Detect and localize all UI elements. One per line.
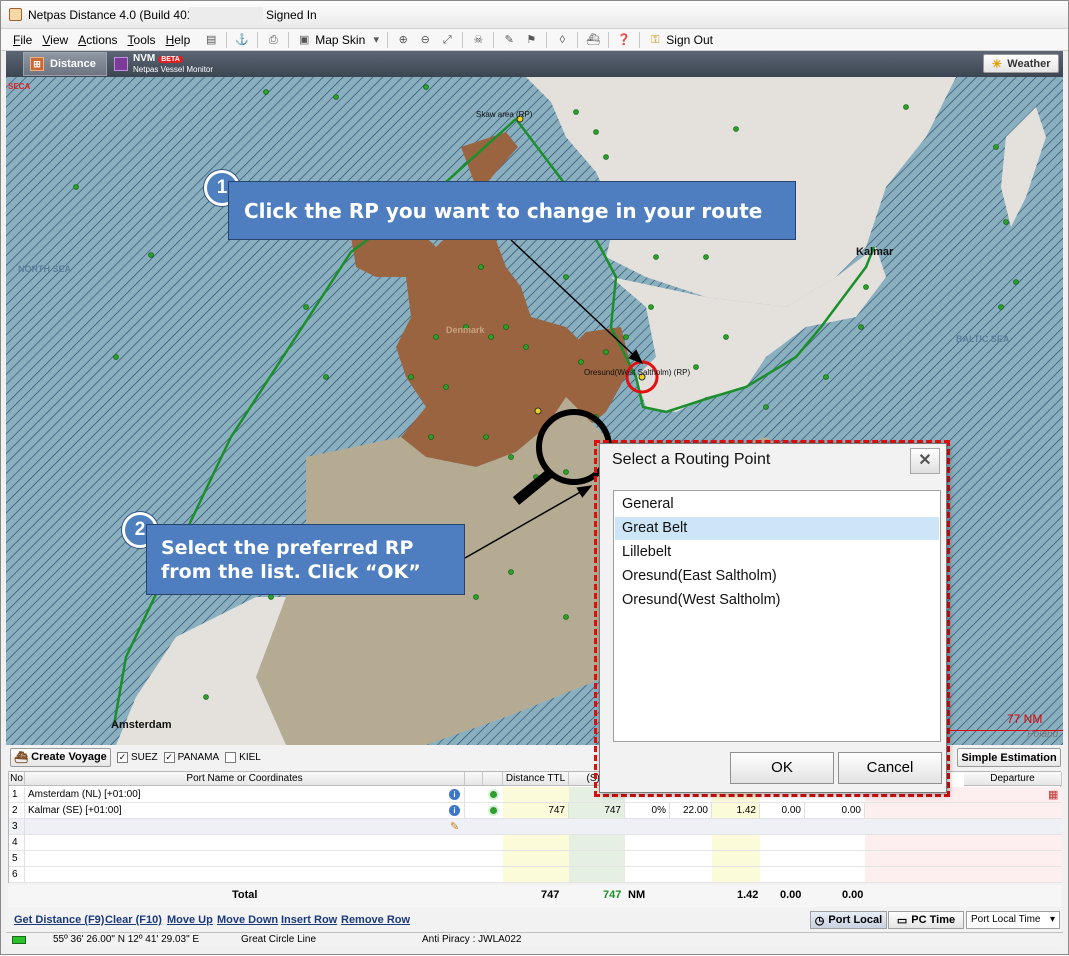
value-cell[interactable]: 0.00 (760, 803, 805, 819)
list-item[interactable]: Oresund(West Saltholm) (615, 589, 939, 612)
step-2-text-line1: Select the preferred RP (161, 537, 414, 559)
select-routing-point-dialog: Select a Routing Point ✕ General Great B… (599, 443, 947, 793)
chevron-down-icon: ▾ (1049, 914, 1055, 925)
port-cell[interactable]: Amsterdam (NL) [+01:00] (25, 787, 465, 803)
row-number: 5 (9, 851, 25, 867)
value-cell[interactable]: 0.00 (805, 803, 865, 819)
total-days: 1.42 (737, 889, 759, 901)
total-seca: 747 (603, 889, 622, 901)
clock-icon: ◷ (814, 914, 825, 927)
table-row[interactable]: 2 Kalmar (SE) [+01:00] i 747 747 0% 22.0… (9, 803, 1062, 819)
anti-piracy-status: Anti Piracy : JWLA022 (422, 934, 522, 945)
table-row[interactable]: 4 (9, 835, 1062, 851)
header-no: No (9, 772, 25, 786)
distance-cell[interactable]: 747 (503, 803, 569, 819)
unchecked-box-icon (225, 751, 237, 763)
routing-point-list[interactable]: General Great Belt Lillebelt Oresund(Eas… (613, 490, 941, 742)
table-row[interactable]: 6 (9, 867, 1062, 883)
ok-button[interactable]: OK (730, 752, 834, 784)
panama-label: PANAMA (177, 751, 220, 763)
check-icon: ✓ (163, 751, 175, 763)
move-up-link[interactable]: Move Up (167, 914, 213, 926)
status-bar: 55º 36' 26.00" N 12º 41' 29.03" E Great … (6, 932, 1063, 947)
dialog-title: Select a Routing Point (612, 451, 771, 468)
route-type-status: Great Circle Line (241, 934, 317, 945)
list-item[interactable]: General (615, 493, 939, 516)
row-number: 6 (9, 867, 25, 883)
port-local-button[interactable]: ◷ Port Local (810, 911, 887, 929)
pc-time-label: PC Time (911, 914, 956, 926)
suez-label: SUEZ (131, 751, 158, 763)
percent-cell[interactable]: 0% (625, 803, 670, 819)
row-number: 2 (9, 803, 25, 819)
kiel-label: KIEL (239, 751, 261, 763)
row-number: 1 (9, 787, 25, 803)
clear-link[interactable]: Clear (F10) (105, 914, 162, 926)
close-icon: ✕ (918, 452, 932, 469)
total-unit: NM (628, 889, 646, 901)
calendar-icon[interactable]: ▦ (1048, 788, 1058, 801)
port-status-icon[interactable] (488, 789, 499, 800)
header-port: Port Name or Coordinates (25, 772, 465, 786)
speed-cell[interactable]: 22.00 (670, 803, 712, 819)
port-cell[interactable]: Kalmar (SE) [+01:00] (25, 803, 465, 819)
suez-checkbox[interactable]: ✓ SUEZ (117, 751, 158, 763)
kiel-checkbox[interactable]: KIEL (225, 751, 261, 763)
row-number: 3 (9, 819, 25, 835)
row-number: 4 (9, 835, 25, 851)
table-row[interactable]: 3 ✎ (9, 819, 1062, 835)
header-departure: Departure (964, 772, 1062, 786)
days-cell[interactable]: 1.42 (712, 803, 760, 819)
cancel-button[interactable]: Cancel (838, 752, 942, 784)
close-button[interactable]: ✕ (910, 448, 940, 474)
pc-time-button[interactable]: ▭ PC Time (888, 911, 964, 929)
get-distance-link[interactable]: Get Distance (F9) (14, 914, 104, 926)
action-row: Get Distance (F9) Clear (F10) Move Up Mo… (6, 909, 1063, 931)
list-item[interactable]: Oresund(East Saltholm) (615, 565, 939, 588)
pencil-icon[interactable]: ✎ (450, 820, 459, 833)
remove-row-link[interactable]: Remove Row (341, 914, 410, 926)
arrow-to-rp (510, 239, 644, 365)
step-1-callout: Click the RP you want to change in your … (228, 181, 796, 240)
total-label: Total (232, 889, 258, 901)
time-zone-value: Port Local Time (971, 914, 1041, 925)
ship-icon: ⛴ (14, 751, 29, 764)
create-voyage-label: Create Voyage (31, 751, 107, 763)
time-zone-select[interactable]: Port Local Time ▾ (966, 911, 1060, 929)
list-item[interactable]: Lillebelt (615, 541, 939, 564)
total-distance: 747 (541, 889, 560, 901)
coordinates-readout: 55º 36' 26.00" N 12º 41' 29.03" E (53, 934, 200, 945)
check-icon: ✓ (117, 751, 128, 763)
header-blank (465, 772, 483, 786)
create-voyage-button[interactable]: ⛴ Create Voyage (10, 747, 111, 767)
list-item[interactable]: Great Belt (615, 517, 939, 540)
step-2-callout: Select the preferred RP from the list. C… (146, 524, 465, 595)
port-local-label: Port Local (828, 914, 883, 926)
info-icon[interactable]: i (449, 805, 460, 816)
app-window: Netpas Distance 4.0 (Build 4019) - Signe… (0, 0, 1069, 955)
table-row[interactable]: 5 (9, 851, 1062, 867)
total-value: 0.00 (780, 889, 802, 901)
port-status-icon[interactable] (488, 805, 499, 816)
info-icon[interactable]: i (449, 789, 460, 800)
header-blank (483, 772, 503, 786)
step-1-text: Click the RP you want to change in your … (244, 199, 763, 223)
total-row: Total 747 747 NM 1.42 0.00 0.00 (8, 885, 1061, 907)
total-value: 0.00 (842, 889, 864, 901)
insert-row-link[interactable]: Insert Row (281, 914, 337, 926)
connection-status-icon (12, 936, 26, 944)
seca-cell[interactable]: 747 (569, 803, 625, 819)
panama-checkbox[interactable]: ✓ PANAMA (163, 751, 220, 763)
step-2-text-line2: from the list. Click “OK” (161, 561, 421, 583)
simple-estimation-button[interactable]: Simple Estimation (957, 748, 1061, 767)
monitor-icon: ▭ (896, 914, 908, 927)
header-distance-ttl: Distance TTL (503, 772, 569, 786)
move-down-link[interactable]: Move Down (217, 914, 278, 926)
